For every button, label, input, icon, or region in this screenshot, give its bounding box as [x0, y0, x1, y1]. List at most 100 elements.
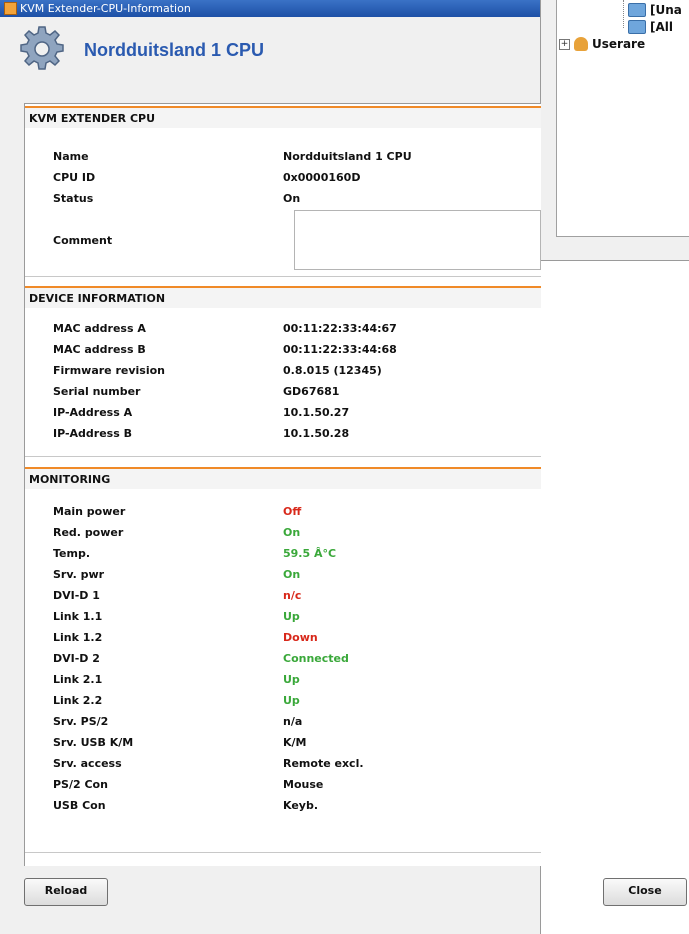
tree-connector	[623, 0, 624, 28]
user-group-icon	[574, 37, 588, 51]
info-label: IP-Address B	[53, 427, 132, 440]
monitor-label: Srv. PS/2	[53, 715, 109, 728]
section-header-monitoring: MONITORING	[25, 467, 541, 489]
info-value: 00:11:22:33:44:68	[283, 343, 397, 356]
section-header-cpu: KVM EXTENDER CPU	[25, 106, 541, 128]
monitor-label: Srv. access	[53, 757, 122, 770]
tree-item-label: Userare	[592, 37, 646, 51]
monitor-row: Link 2.2 Up	[25, 690, 541, 711]
status-value: K/M	[283, 736, 307, 749]
monitor-row: Main power Off	[25, 501, 541, 522]
info-row: Firmware revision 0.8.015 (12345)	[25, 360, 541, 381]
reload-button[interactable]: Reload	[24, 878, 108, 906]
info-value: Nordduitsland 1 CPU	[283, 150, 412, 163]
monitor-row: Srv. PS/2 n/a	[25, 711, 541, 732]
monitor-row: Srv. pwr On	[25, 564, 541, 585]
monitor-label: PS/2 Con	[53, 778, 108, 791]
info-value: 0x0000160D	[283, 171, 361, 184]
monitor-label: Link 2.1	[53, 673, 103, 686]
gear-icon	[20, 26, 64, 70]
info-value: 00:11:22:33:44:67	[283, 322, 397, 335]
status-value: On	[283, 568, 301, 581]
status-value: Connected	[283, 652, 349, 665]
monitor-row: Srv. access Remote excl.	[25, 753, 541, 774]
status-value: Up	[283, 673, 300, 686]
window-title: KVM Extender-CPU-Information	[20, 2, 191, 15]
monitor-row: PS/2 Con Mouse	[25, 774, 541, 795]
monitor-row: Link 2.1 Up	[25, 669, 541, 690]
comment-label: Comment	[53, 234, 113, 247]
tree-item-label: [All	[650, 20, 673, 34]
status-value: Keyb.	[283, 799, 319, 812]
monitor-label: Main power	[53, 505, 126, 518]
monitor-row: Link 1.2 Down	[25, 627, 541, 648]
status-value: Up	[283, 694, 300, 707]
status-value: On	[283, 192, 301, 205]
info-row: Serial number GD67681	[25, 381, 541, 402]
comment-field[interactable]	[294, 210, 541, 270]
info-row: CPU ID 0x0000160D	[25, 167, 541, 188]
monitor-label: USB Con	[53, 799, 106, 812]
status-value: Down	[283, 631, 318, 644]
info-row: IP-Address B 10.1.50.28	[25, 423, 541, 444]
info-label: Status	[53, 192, 94, 205]
info-row: Status On	[25, 188, 541, 209]
info-label: IP-Address A	[53, 406, 133, 419]
info-value: 10.1.50.27	[283, 406, 350, 419]
monitor-row: Temp. 59.5 Â°C	[25, 543, 541, 564]
cpu-information-dialog: KVM Extender-CPU-Information Nordduitsla…	[0, 0, 541, 934]
info-value: 0.8.015 (12345)	[283, 364, 382, 377]
monitor-label: DVI-D 1	[53, 589, 100, 602]
monitor-label: Link 1.2	[53, 631, 103, 644]
info-label: Serial number	[53, 385, 141, 398]
folder-icon	[628, 20, 646, 34]
close-button[interactable]: Close	[603, 878, 687, 906]
info-panel: KVM EXTENDER CPU Name Nordduitsland 1 CP…	[24, 103, 541, 866]
info-label: Firmware revision	[53, 364, 166, 377]
monitor-row: DVI-D 2 Connected	[25, 648, 541, 669]
monitor-label: Srv. USB K/M	[53, 736, 134, 749]
section-header-device: DEVICE INFORMATION	[25, 286, 541, 308]
folder-icon	[628, 3, 646, 17]
monitor-label: DVI-D 2	[53, 652, 100, 665]
monitor-row: USB Con Keyb.	[25, 795, 541, 816]
tree-item-label: [Una	[650, 3, 682, 17]
status-value: Up	[283, 610, 300, 623]
info-label: Name	[53, 150, 89, 163]
status-value: Remote excl.	[283, 757, 364, 770]
info-value: 10.1.50.28	[283, 427, 350, 440]
monitor-row: Link 1.1 Up	[25, 606, 541, 627]
info-row: MAC address A 00:11:22:33:44:67	[25, 318, 541, 339]
status-value: 59.5 Â°C	[283, 547, 337, 560]
expand-icon[interactable]: +	[559, 38, 570, 50]
status-value: n/a	[283, 715, 303, 728]
monitor-row: DVI-D 1 n/c	[25, 585, 541, 606]
info-value: GD67681	[283, 385, 340, 398]
monitor-label: Srv. pwr	[53, 568, 105, 581]
dialog-header	[0, 17, 540, 101]
monitor-label: Red. power	[53, 526, 124, 539]
info-label: MAC address B	[53, 343, 146, 356]
section-divider	[25, 276, 541, 277]
status-value: n/c	[283, 589, 302, 602]
section-divider	[25, 456, 541, 457]
title-bar[interactable]: KVM Extender-CPU-Information	[0, 0, 540, 17]
kvm-app-icon	[4, 2, 17, 15]
monitor-row: Srv. USB K/M K/M	[25, 732, 541, 753]
monitor-label: Link 2.2	[53, 694, 103, 707]
info-row: Name Nordduitsland 1 CPU	[25, 146, 541, 167]
info-row: MAC address B 00:11:22:33:44:68	[25, 339, 541, 360]
tree-item-unassigned[interactable]: [Una	[628, 2, 682, 18]
monitor-row: Red. power On	[25, 522, 541, 543]
tree-item-userareas[interactable]: + Userare	[559, 36, 645, 52]
info-row: IP-Address A 10.1.50.27	[25, 402, 541, 423]
page-title: Nordduitsland 1 CPU	[84, 40, 265, 60]
status-value: Mouse	[283, 778, 324, 791]
tree-item-all[interactable]: [All	[628, 19, 673, 35]
status-value: On	[283, 526, 301, 539]
info-label: CPU ID	[53, 171, 96, 184]
monitor-label: Temp.	[53, 547, 91, 560]
section-divider	[25, 852, 541, 853]
status-value: Off	[283, 505, 302, 518]
info-label: MAC address A	[53, 322, 146, 335]
